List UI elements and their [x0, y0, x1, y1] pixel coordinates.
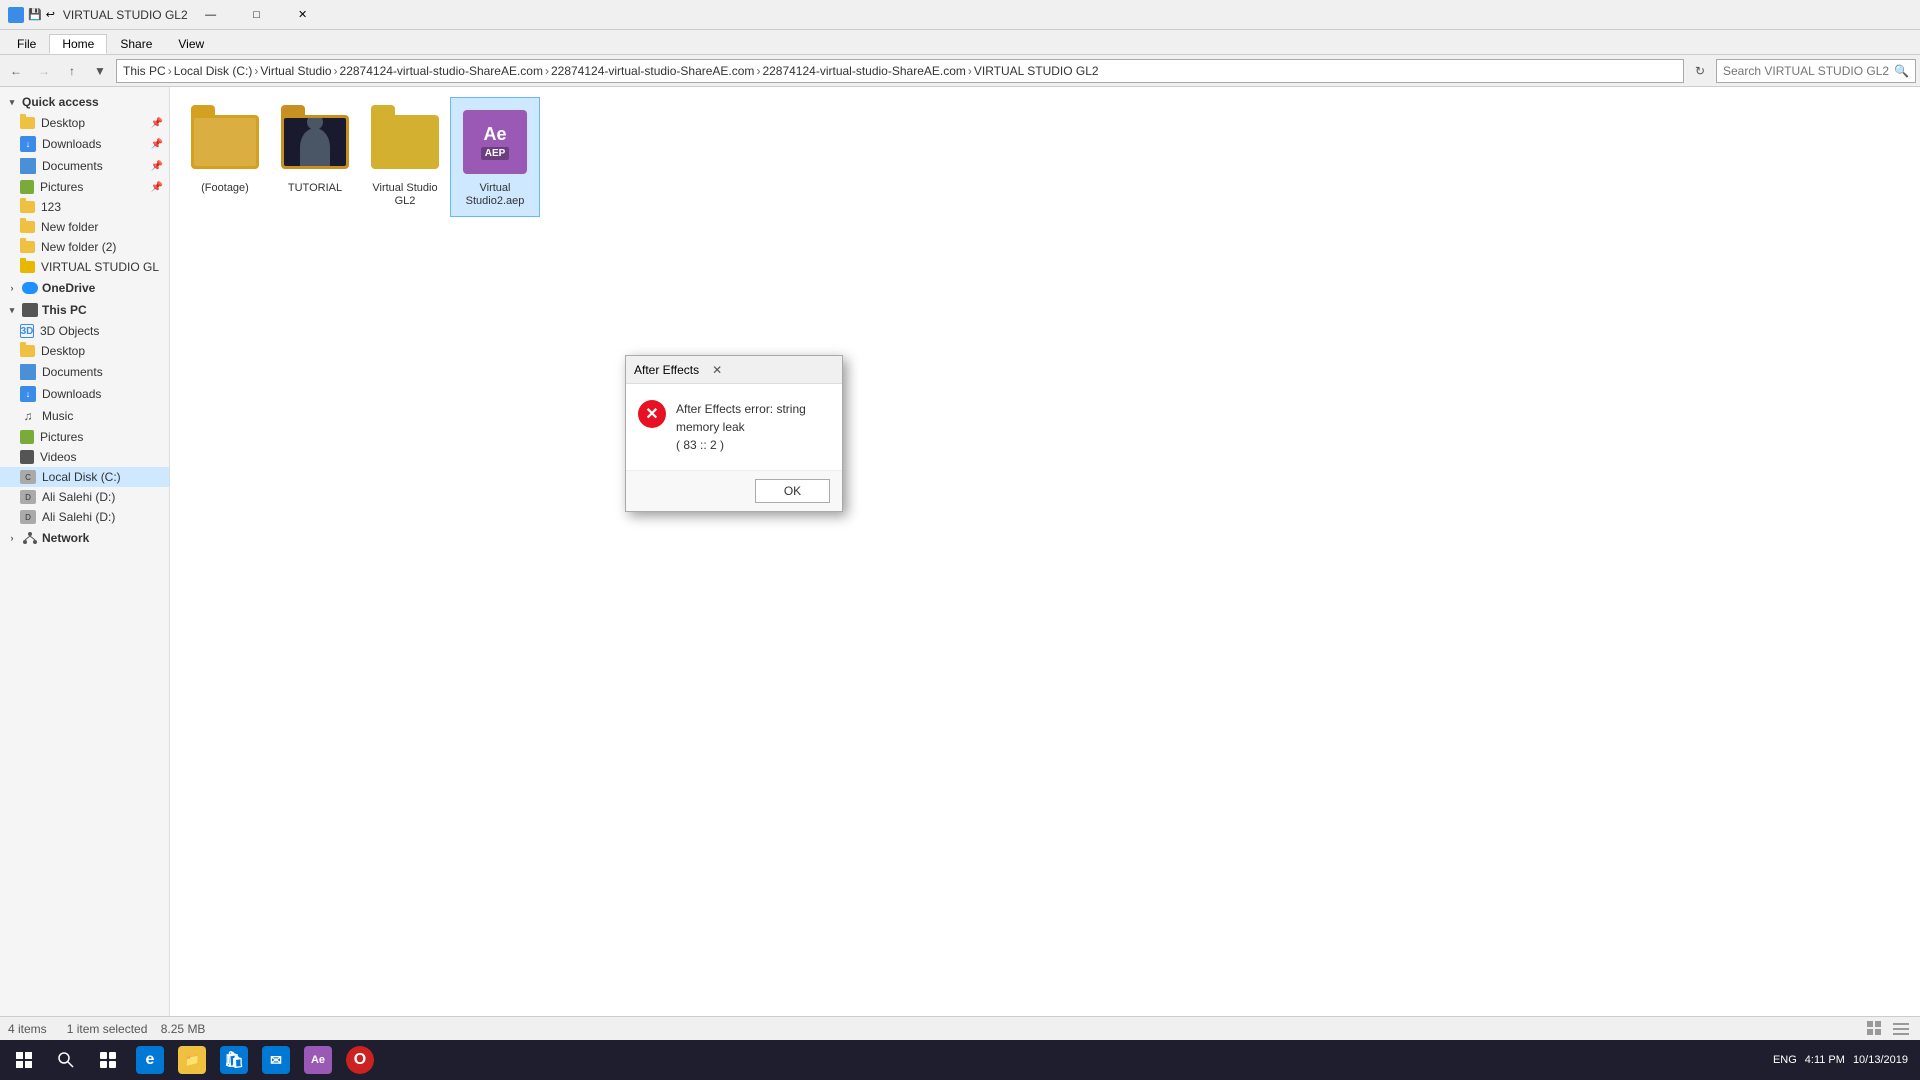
- dialog-title-bar: After Effects ✕: [626, 356, 842, 384]
- dialog-title: After Effects: [634, 363, 699, 377]
- error-message: After Effects error: string memory leak: [676, 400, 830, 436]
- dialog-overlay: After Effects ✕ ✕ After Effects error: s…: [0, 0, 1920, 1080]
- dialog-message-container: After Effects error: string memory leak …: [676, 400, 830, 454]
- dialog-ok-button[interactable]: OK: [755, 479, 830, 503]
- after-effects-dialog: After Effects ✕ ✕ After Effects error: s…: [625, 355, 843, 512]
- dialog-footer: OK: [626, 470, 842, 511]
- error-code: ( 83 :: 2 ): [676, 436, 830, 454]
- error-icon: ✕: [638, 400, 666, 428]
- dialog-close-button[interactable]: ✕: [707, 360, 727, 380]
- dialog-body: ✕ After Effects error: string memory lea…: [626, 384, 842, 470]
